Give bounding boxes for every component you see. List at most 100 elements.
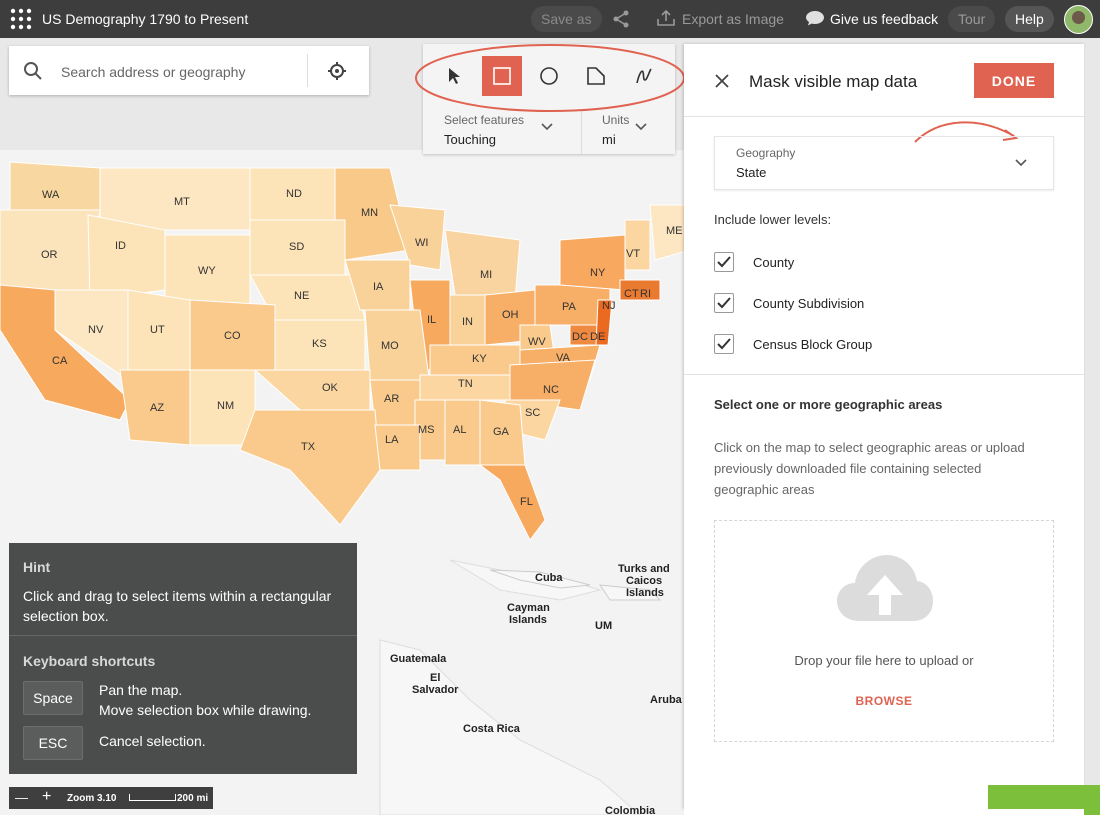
hint-divider: [9, 635, 357, 636]
hint-panel: Hint Click and drag to select items with…: [9, 543, 357, 774]
select-features-value: Touching: [444, 132, 497, 147]
place-label: Caicos: [626, 575, 662, 587]
zoom-out-button[interactable]: —: [15, 790, 28, 805]
county-subdivision-checkbox-row[interactable]: County Subdivision: [714, 293, 864, 313]
state-label: NM: [217, 400, 234, 412]
checkmark-icon: [717, 256, 731, 268]
state-label: MT: [174, 196, 190, 208]
state-mi: [444, 229, 521, 301]
state-label: AR: [384, 393, 399, 405]
chevron-down-icon: [541, 123, 553, 131]
geography-select[interactable]: Geography State: [714, 136, 1054, 190]
space-desc-line2: Move selection box while drawing.: [99, 702, 312, 718]
help-button[interactable]: Help: [1005, 6, 1054, 32]
space-desc-line1: Pan the map.: [99, 682, 183, 698]
zoom-level: Zoom 3.10: [67, 793, 117, 804]
avatar[interactable]: [1064, 5, 1093, 34]
search-divider: [307, 54, 308, 87]
state-label: AZ: [150, 402, 164, 414]
tour-button[interactable]: Tour: [948, 6, 996, 32]
state-label: NY: [590, 267, 606, 279]
county-subdivision-label: County Subdivision: [753, 295, 865, 311]
panel-header: Mask visible map data DONE: [684, 44, 1084, 117]
census-block-group-checkbox-row[interactable]: Census Block Group: [714, 334, 872, 354]
place-label: Guatemala: [390, 653, 447, 665]
zoom-bar: — + Zoom 3.10 200 mi: [9, 787, 213, 809]
done-button[interactable]: DONE: [974, 63, 1054, 98]
mask-panel: Mask visible map data DONE Geography Sta…: [684, 44, 1084, 809]
state-label: VA: [556, 352, 571, 364]
brand[interactable]: US Demography 1790 to Present: [10, 8, 248, 30]
state-label: OK: [322, 382, 339, 394]
esc-shortcut-desc: Cancel selection.: [99, 733, 206, 749]
county-checkbox[interactable]: [714, 252, 734, 272]
state-label: MS: [418, 424, 435, 436]
place-label: Islands: [626, 587, 664, 599]
drop-file-text: Drop your file here to upload or: [794, 653, 974, 668]
state-label: OR: [41, 249, 58, 261]
select-areas-description: Click on the map to select geographic ar…: [714, 440, 1025, 497]
units-value: mi: [602, 132, 616, 147]
state-label: OH: [502, 309, 519, 321]
checkmark-icon: [717, 297, 731, 309]
panel-title: Mask visible map data: [749, 72, 918, 91]
cloud-upload-icon: [837, 555, 933, 621]
export-image-button[interactable]: Export as Image: [656, 6, 784, 32]
place-label: UM: [595, 620, 612, 632]
close-icon[interactable]: [714, 73, 730, 89]
state-label: NC: [543, 384, 559, 396]
app-title: US Demography 1790 to Present: [42, 11, 249, 27]
file-dropzone[interactable]: Drop your file here to upload or BROWSE: [714, 520, 1054, 742]
esc-key: ESC: [23, 726, 83, 760]
lower-levels-label: Include lower levels:: [714, 212, 832, 227]
place-label: Aruba: [650, 694, 683, 706]
zoom-in-button[interactable]: +: [42, 788, 51, 806]
export-image-label: Export as Image: [682, 11, 784, 27]
geography-value: State: [736, 165, 767, 180]
browse-link[interactable]: BROWSE: [715, 694, 1053, 708]
speech-bubble-icon: [806, 11, 824, 26]
county-subdivision-checkbox[interactable]: [714, 293, 734, 313]
save-as-button[interactable]: Save as: [531, 6, 602, 32]
feedback-button[interactable]: Give us feedback: [805, 6, 938, 32]
place-label: Cayman: [507, 602, 550, 614]
search-input[interactable]: [59, 59, 303, 85]
state-label: KY: [472, 353, 487, 365]
state-label: NE: [294, 290, 309, 302]
state-vt: [624, 219, 651, 271]
state-label: ND: [286, 188, 302, 200]
place-label: Colombia: [605, 805, 656, 815]
state-label: NV: [88, 324, 104, 336]
state-label: WA: [42, 189, 60, 201]
space-key: Space: [23, 681, 83, 715]
state-label: TN: [458, 378, 473, 390]
state-label: VT: [626, 248, 640, 260]
place-label: El: [430, 672, 440, 684]
scale-label: 200 mi: [177, 793, 209, 804]
checkmark-icon: [717, 338, 731, 350]
annotation-ellipse: [415, 44, 685, 112]
state-label: PA: [562, 301, 577, 313]
state-la: [374, 424, 421, 471]
county-checkbox-row[interactable]: County: [714, 252, 794, 272]
search-box: [9, 46, 369, 95]
state-label: IL: [427, 314, 436, 326]
scale-bar: [129, 794, 176, 801]
state-label: WY: [198, 265, 216, 277]
county-label: County: [753, 254, 795, 270]
state-label: CA: [52, 355, 68, 367]
place-label: Costa Rica: [463, 723, 521, 735]
state-label: DC: [572, 331, 588, 343]
state-label: MO: [381, 340, 399, 352]
state-label: IA: [373, 281, 384, 293]
search-icon: [24, 62, 42, 80]
top-bar: US Demography 1790 to Present Save as Ex…: [0, 0, 1100, 38]
share-icon[interactable]: [611, 9, 631, 35]
state-label: KS: [312, 338, 327, 350]
place-label: Islands: [509, 614, 547, 626]
hint-title: Hint: [23, 559, 51, 575]
app-grid-icon[interactable]: [10, 8, 32, 30]
census-block-group-checkbox[interactable]: [714, 334, 734, 354]
state-id: [87, 214, 166, 301]
locate-icon[interactable]: [327, 61, 347, 81]
